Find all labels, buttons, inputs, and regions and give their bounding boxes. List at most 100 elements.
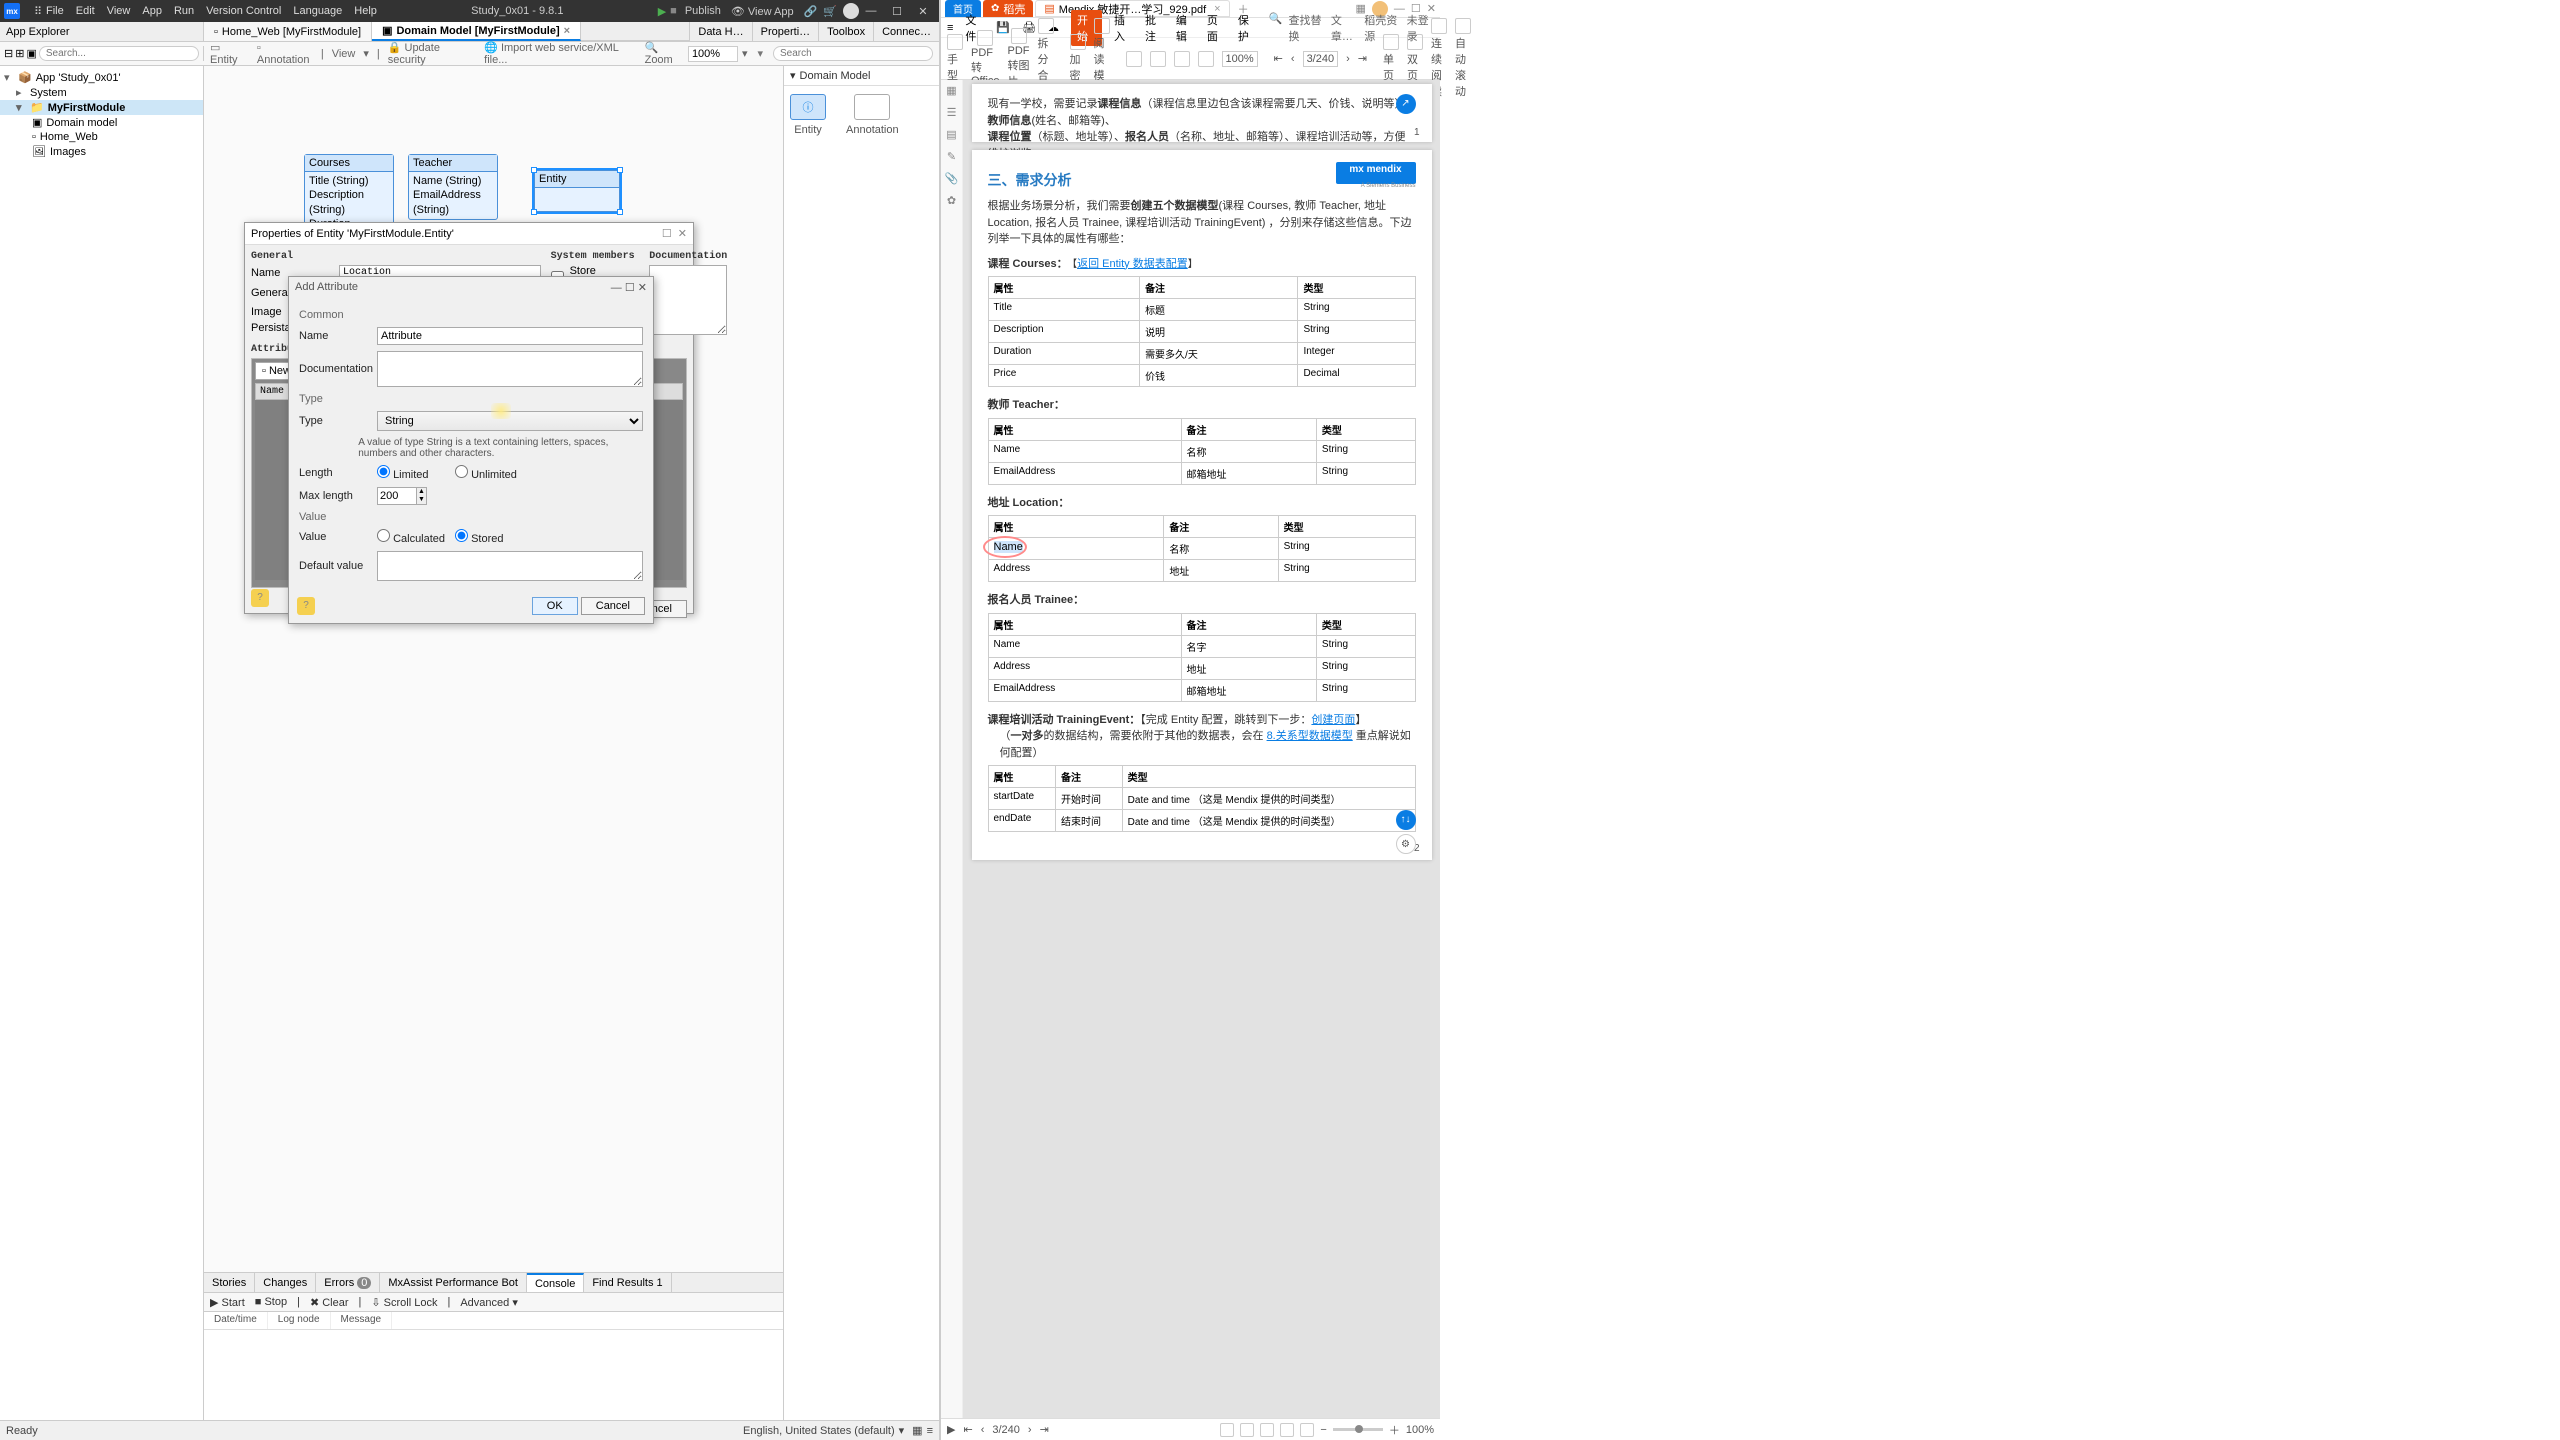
maximize-icon[interactable]: ☐: [625, 282, 635, 294]
status-zoom[interactable]: 100%: [1406, 1424, 1434, 1436]
menu-edit[interactable]: Edit: [76, 5, 95, 17]
vs-grid-icon[interactable]: [1220, 1423, 1234, 1437]
maxlen-spinner[interactable]: ▲▼: [377, 487, 427, 505]
link-icon[interactable]: 🔗: [804, 5, 818, 18]
menu-run[interactable]: Run: [174, 5, 194, 17]
entity-teacher[interactable]: Teacher Name (String) EmailAddress (Stri…: [408, 154, 498, 220]
view-tool[interactable]: View: [332, 48, 356, 60]
toolbox-search-input[interactable]: [773, 46, 933, 61]
settings-fab[interactable]: ⚙: [1396, 834, 1416, 854]
share-fab[interactable]: ↗: [1396, 94, 1416, 114]
explorer-search-input[interactable]: [39, 46, 199, 61]
rb-rotate-l[interactable]: [1126, 51, 1142, 67]
menu-view[interactable]: View: [107, 5, 131, 17]
menu-version-control[interactable]: Version Control: [206, 5, 281, 17]
rail-anno-icon[interactable]: ✎: [945, 150, 959, 164]
advanced-button[interactable]: Advanced ▾: [460, 1296, 518, 1309]
panel-tab-connector[interactable]: Connec…: [873, 22, 939, 41]
rb-auto[interactable]: 自动滚动: [1455, 18, 1471, 99]
import-ws[interactable]: 🌐 Import web service/XML file...: [484, 41, 636, 66]
tree-myfirstmodule[interactable]: ▾📁MyFirstModule: [0, 100, 203, 115]
nav-prev-icon[interactable]: ‹: [1291, 53, 1295, 65]
domain-model-canvas[interactable]: Courses Title (String) Description (Stri…: [204, 66, 783, 1272]
tab-close-icon[interactable]: ×: [564, 25, 570, 37]
help-icon[interactable]: ?: [251, 589, 269, 607]
tab-errors[interactable]: Errors 0: [316, 1273, 380, 1292]
tab-stories[interactable]: Stories: [204, 1273, 255, 1292]
next-page-icon[interactable]: ›: [1028, 1424, 1032, 1436]
rail-bookmark-icon[interactable]: ☰: [945, 106, 959, 120]
rb-pdf2office[interactable]: PDF转Office: [971, 30, 1000, 87]
start-button[interactable]: ▶ Start: [210, 1296, 245, 1309]
tree-images[interactable]: 🖼Images: [0, 144, 203, 159]
status-page[interactable]: 3/240: [992, 1424, 1020, 1436]
zoom-slider[interactable]: [1333, 1428, 1383, 1431]
spin-up-icon[interactable]: ▲: [417, 488, 426, 496]
annotation-tool[interactable]: ▫ Annotation: [257, 42, 313, 66]
collapse-icon[interactable]: ⊟: [4, 47, 13, 60]
rail-thumb-icon[interactable]: ▦: [945, 84, 959, 98]
minimize-icon[interactable]: —: [611, 282, 622, 294]
panel-tab-properties[interactable]: Properti…: [752, 22, 819, 41]
vs-scroll-icon[interactable]: [1260, 1423, 1274, 1437]
rb-rotate-r[interactable]: [1150, 51, 1166, 67]
add-attribute-titlebar[interactable]: Add Attribute — ☐ ✕: [289, 277, 653, 297]
rb-single[interactable]: 单页: [1383, 34, 1399, 83]
minimize-button[interactable]: —: [859, 2, 883, 20]
view-grid-icon[interactable]: ▦: [912, 1424, 922, 1437]
menu-triple[interactable]: ≡: [947, 22, 953, 34]
entity-tool[interactable]: ▭ Entity: [210, 41, 249, 66]
nav-fab-up[interactable]: ↑↓: [1396, 810, 1416, 830]
attr-type-select[interactable]: String: [377, 411, 643, 431]
zoom-input[interactable]: [688, 46, 738, 62]
rail-outline-icon[interactable]: ▤: [945, 128, 959, 142]
stop-icon[interactable]: ■: [670, 5, 677, 17]
wps-document-view[interactable]: ↗ 现有一学校，需要记录课程信息（课程信息里边包含该课程需要几天、价钱、说明等）…: [963, 80, 1440, 1418]
rail-attach-icon[interactable]: 📎: [945, 172, 959, 186]
toolbox-chevron-icon[interactable]: ▾: [753, 47, 767, 60]
link-create-page[interactable]: 创建页面: [1311, 714, 1355, 726]
panel-tab-data-hub[interactable]: Data H…: [689, 22, 751, 41]
rb-hand[interactable]: 手型: [947, 34, 963, 83]
tab-domain-model[interactable]: ▣ Domain Model [MyFirstModule] ×: [372, 22, 581, 41]
doc-textarea[interactable]: [649, 265, 727, 335]
length-unlimited-radio[interactable]: Unlimited: [455, 465, 525, 481]
scroll-lock-button[interactable]: ⇩ Scroll Lock: [371, 1296, 437, 1309]
tab-mxassist[interactable]: MxAssist Performance Bot: [380, 1273, 527, 1292]
tab-changes[interactable]: Changes: [255, 1273, 316, 1292]
chevron-down-icon[interactable]: ▾: [899, 1424, 905, 1437]
publish-button[interactable]: Publish: [685, 5, 721, 17]
length-limited-radio[interactable]: Limited: [377, 465, 447, 481]
attr-doc-textarea[interactable]: [377, 351, 643, 387]
cart-icon[interactable]: 🛒: [823, 5, 837, 18]
help-icon[interactable]: ?: [297, 597, 315, 615]
wps-tab-sale[interactable]: ✿ 稻壳: [983, 0, 1033, 17]
status-play-icon[interactable]: ▶: [947, 1423, 955, 1436]
spin-down-icon[interactable]: ▼: [417, 496, 426, 504]
rb-double[interactable]: 双页: [1407, 34, 1423, 83]
user-avatar[interactable]: [843, 3, 859, 19]
layers-icon[interactable]: ▣: [26, 47, 36, 60]
first-page-icon[interactable]: ⇤: [963, 1423, 972, 1436]
toolbox-entity[interactable]: ⓘ Entity: [790, 94, 826, 136]
maximize-button[interactable]: ☐: [885, 2, 909, 20]
rb-encrypt[interactable]: 加密: [1070, 34, 1086, 83]
close-icon[interactable]: ✕: [638, 282, 647, 294]
zoom-in-icon[interactable]: ＋: [1389, 1422, 1400, 1438]
chevron-down-icon[interactable]: ▾: [742, 47, 748, 60]
rail-sign-icon[interactable]: ✿: [945, 194, 959, 208]
view-app-button[interactable]: 👁 View App: [731, 5, 794, 18]
link-relational-model[interactable]: 8.关系型数据模型: [1267, 730, 1353, 742]
rb-zoom[interactable]: 100%: [1222, 51, 1258, 67]
prev-page-icon[interactable]: ‹: [981, 1424, 985, 1436]
tree-system[interactable]: ▸System: [0, 85, 203, 100]
update-security[interactable]: 🔒 Update security: [388, 41, 476, 66]
chevron-down-icon[interactable]: ▾: [363, 47, 369, 60]
default-value-textarea[interactable]: [377, 551, 643, 581]
value-stored-radio[interactable]: Stored: [455, 529, 525, 545]
tree-home-web[interactable]: ▫Home_Web: [0, 130, 203, 144]
add-attr-ok-button[interactable]: OK: [532, 597, 578, 615]
tree-domain-model[interactable]: ▣Domain model: [0, 115, 203, 130]
page-number[interactable]: 3/240: [1303, 51, 1339, 67]
clear-button[interactable]: ✖ Clear: [310, 1296, 349, 1309]
